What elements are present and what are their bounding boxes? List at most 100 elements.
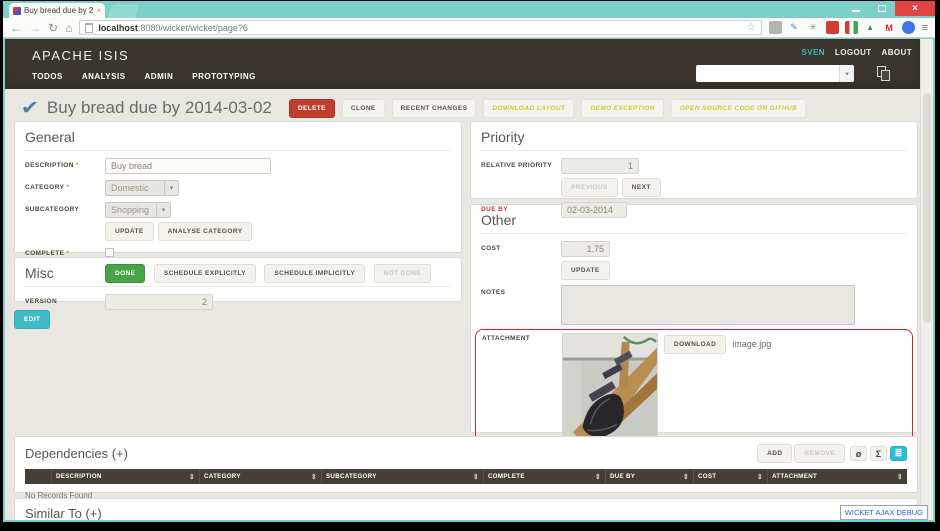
cost-label: COST (481, 241, 561, 252)
complete-checkbox[interactable] (105, 248, 114, 257)
remove-button: REMOVE (794, 444, 845, 463)
category-select[interactable]: Domestic ▾ (105, 180, 179, 196)
extension-icon-2[interactable] (826, 21, 839, 34)
col-category[interactable]: CATEGORY⇕ (199, 469, 321, 484)
description-label: DESCRIPTION* (25, 158, 105, 169)
analyse-category-button[interactable]: ANALYSE CATEGORY (158, 222, 253, 241)
window-controls: × (843, 1, 935, 16)
priority-heading: Priority (481, 129, 907, 151)
update-button[interactable]: UPDATE (105, 222, 154, 241)
download-button[interactable]: DOWNLOAD (664, 335, 726, 354)
sort-icon: ⇕ (473, 473, 479, 481)
next-button[interactable]: NEXT (622, 178, 661, 197)
browser-tab[interactable]: Buy bread due by 20 × (9, 3, 105, 18)
demo-exception-button[interactable]: DEMO EXCEPTION (581, 99, 663, 118)
download-layout-button[interactable]: DOWNLOAD LAYOUT (483, 99, 574, 118)
priority-panel: Priority RELATIVE PRIORITY 1 PREVIOUS NE… (470, 121, 918, 199)
summary-sigma-icon[interactable]: Σ (870, 446, 887, 461)
about-link[interactable]: ABOUT (882, 48, 912, 57)
general-panel: General DESCRIPTION* Buy bread CATEGORY*… (14, 121, 462, 253)
feather-extension-icon[interactable]: ✎ (788, 21, 801, 34)
scrollbar-thumb[interactable] (923, 93, 931, 323)
extension-icons: ✎ ✳ ▲ M (769, 21, 915, 34)
minimize-button[interactable] (843, 1, 869, 16)
extension-icon-1[interactable] (769, 21, 782, 34)
bookmark-star-icon[interactable]: ☆ (747, 22, 756, 33)
user-name[interactable]: SVEN (802, 48, 825, 57)
url-path: :8080/wicket/wicket/page?6 (138, 23, 248, 33)
copy-link-icon[interactable] (877, 66, 890, 81)
sort-icon: ⇕ (757, 473, 763, 481)
relative-priority-label: RELATIVE PRIORITY (481, 158, 561, 169)
tab-close-icon[interactable]: × (96, 6, 101, 15)
col-due-by[interactable]: DUE BY⇕ (605, 469, 693, 484)
other-heading: Other (481, 212, 907, 234)
url-text[interactable]: localhost:8080/wicket/wicket/page?6 (98, 23, 741, 33)
dependencies-heading: Dependencies (+) (25, 446, 757, 461)
close-button[interactable]: × (895, 1, 935, 16)
reload-icon[interactable]: ↻ (48, 22, 58, 34)
menu-item-admin[interactable]: ADMIN (145, 72, 174, 81)
new-tab-button[interactable] (108, 4, 140, 18)
clone-button[interactable]: CLONE (342, 99, 385, 118)
notes-textarea[interactable] (561, 285, 855, 325)
col-cost[interactable]: COST⇕ (693, 469, 767, 484)
delete-button[interactable]: DELETE (289, 99, 335, 118)
logout-link[interactable]: LOGOUT (835, 48, 872, 57)
menu-item-todos[interactable]: TODOS (32, 72, 63, 81)
cost-input: 1.75 (561, 241, 610, 257)
wicket-ajax-debug-link[interactable]: WICKET AJAX DEBUG (840, 505, 928, 520)
browser-window: Buy bread due by 20 × × ← → ↻ ⌂ localhos… (3, 1, 935, 522)
recent-changes-button[interactable]: RECENT CHANGES (392, 99, 477, 118)
maximize-button[interactable] (869, 1, 895, 16)
app-header: APACHE ISIS TODOS ANALYSIS ADMIN PROTOTY… (5, 39, 920, 89)
attachment-label: ATTACHMENT (482, 333, 562, 342)
header-search-select[interactable]: ▾ (696, 65, 854, 82)
done-button[interactable]: DONE (105, 264, 145, 283)
object-title: Buy bread due by 2014-03-02 (47, 98, 272, 118)
select-dropdown-icon[interactable]: ▾ (839, 65, 854, 82)
tab-title: Buy bread due by 20 (24, 6, 93, 15)
page-scrollbar[interactable] (920, 39, 933, 520)
browser-menu-icon[interactable]: ≡ (922, 22, 928, 34)
version-input: 2 (105, 294, 213, 310)
sort-icon: ⇕ (595, 473, 601, 481)
schedule-implicitly-button[interactable]: SCHEDULE IMPLICITLY (264, 264, 365, 283)
extension-icon-4[interactable] (902, 21, 915, 34)
menu-item-prototyping[interactable]: PROTOTYPING (192, 72, 256, 81)
open-source-button[interactable]: OPEN SOURCE CODE ON GITHUB (671, 99, 806, 118)
extension-icon-3[interactable] (845, 21, 858, 34)
back-icon[interactable]: ← (10, 22, 22, 34)
browser-toolbar: ← → ↻ ⌂ localhost:8080/wicket/wicket/pag… (3, 18, 935, 38)
url-host: localhost (98, 23, 138, 33)
hide-columns-icon[interactable]: ø (850, 446, 867, 461)
chevron-down-icon: ▾ (164, 181, 178, 195)
attachment-image[interactable] (562, 333, 658, 445)
col-select (25, 469, 51, 484)
add-button[interactable]: ADD (757, 444, 792, 463)
list-view-icon[interactable]: ≣ (890, 446, 907, 461)
cost-update-button[interactable]: UPDATE (561, 261, 610, 280)
other-panel: Other COST 1.75 UPDATE NOTES ATTACHMENT (470, 204, 918, 433)
subcategory-select[interactable]: Shopping ▾ (105, 202, 171, 218)
col-attachment[interactable]: ATTACHMENT⇕ (767, 469, 907, 484)
edit-button[interactable]: EDIT (14, 310, 50, 329)
browser-titlebar: Buy bread due by 20 × × (3, 1, 935, 18)
menu-item-analysis[interactable]: ANALYSIS (82, 72, 126, 81)
previous-button: PREVIOUS (561, 178, 618, 197)
col-description[interactable]: DESCRIPTION⇕ (51, 469, 199, 484)
similar-to-heading: Similar To (+) (25, 506, 847, 520)
subcategory-label: SUBCATEGORY (25, 202, 105, 213)
col-complete[interactable]: COMPLETE⇕ (483, 469, 605, 484)
home-icon[interactable]: ⌂ (65, 22, 72, 34)
description-input[interactable]: Buy bread (105, 158, 271, 174)
address-bar[interactable]: localhost:8080/wicket/wicket/page?6 ☆ (79, 20, 761, 35)
drive-extension-icon[interactable]: ▲ (864, 21, 877, 34)
app-brand[interactable]: APACHE ISIS (32, 48, 129, 63)
schedule-explicitly-button[interactable]: SCHEDULE EXPLICITLY (154, 264, 256, 283)
fan-extension-icon[interactable]: ✳ (807, 21, 820, 34)
col-subcategory[interactable]: SUBCATEGORY⇕ (321, 469, 483, 484)
forward-icon[interactable]: → (29, 22, 41, 34)
sort-icon: ⇕ (897, 473, 903, 481)
gmail-extension-icon[interactable]: M (883, 21, 896, 34)
